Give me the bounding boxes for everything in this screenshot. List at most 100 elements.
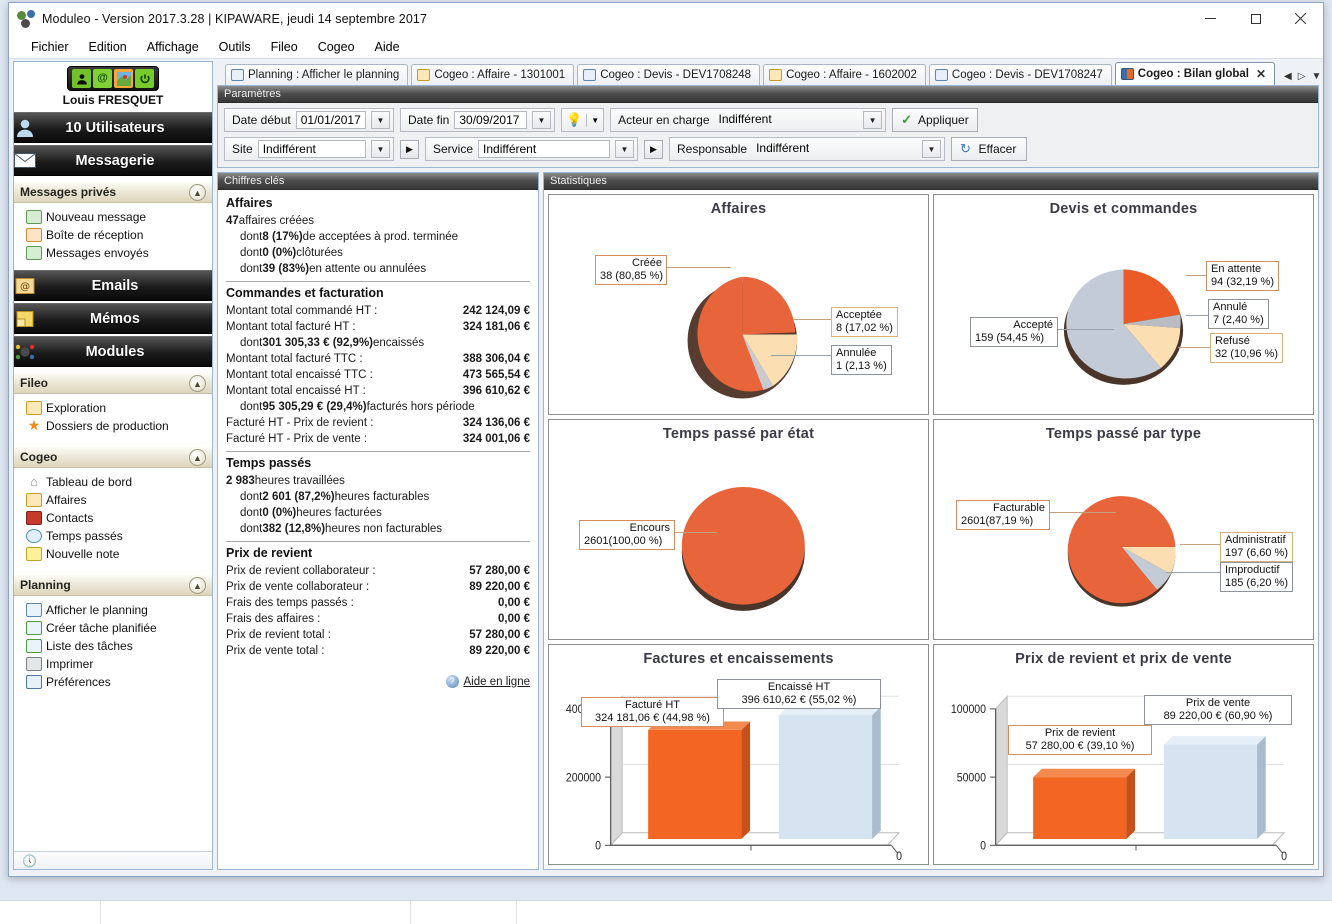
date-fin-field[interactable]: Date fin 30/09/2017 ▼: [400, 108, 555, 132]
kpi-line: Prix de vente collaborateur : 89 220,00 …: [226, 579, 530, 595]
date-debut-label: Date début: [232, 113, 291, 127]
callout-value: 185 (6,20 %): [1225, 577, 1288, 589]
chevron-up-icon[interactable]: ▲: [189, 375, 206, 392]
acteur-dropdown-icon[interactable]: ▼: [863, 111, 883, 129]
service-go-button[interactable]: ▶: [644, 139, 663, 159]
apply-button[interactable]: ✓ Appliquer: [892, 108, 978, 132]
menu-fileo[interactable]: Fileo: [261, 37, 308, 57]
tab-prev-icon[interactable]: ◀: [1284, 71, 1292, 82]
service-dropdown-icon[interactable]: ▼: [615, 140, 634, 158]
date-fin-dropdown-icon[interactable]: ▼: [532, 111, 551, 129]
sidebar-item-nouveau-message[interactable]: Nouveau message: [24, 208, 212, 226]
tab-devis-dev1708248[interactable]: Cogeo : Devis - DEV1708248: [577, 64, 761, 85]
sidebar-bar-modules[interactable]: Modules: [14, 336, 212, 367]
kpi-line: Montant total encaissé HT : 396 610,62 €: [226, 383, 530, 399]
tab-next-icon[interactable]: ▷: [1298, 71, 1306, 82]
close-button[interactable]: [1278, 3, 1323, 34]
tab-affaire-1602002[interactable]: Cogeo : Affaire - 1602002: [763, 64, 926, 85]
period-dropdown-icon[interactable]: ▼: [591, 116, 599, 125]
tab-close-icon[interactable]: ✕: [1256, 67, 1266, 81]
menu-aide[interactable]: Aide: [365, 37, 410, 57]
date-debut-input[interactable]: 01/01/2017: [295, 111, 366, 129]
chart-prix-revient-vente[interactable]: Prix de revient et prix de vente 100000 …: [933, 644, 1314, 865]
chevron-up-icon[interactable]: ▲: [189, 449, 206, 466]
sidebar-item-preferences[interactable]: Préférences: [24, 673, 212, 691]
sidebar-item-nouvelle-note[interactable]: Nouvelle note: [24, 545, 212, 563]
chart-temps-par-type[interactable]: Temps passé par type Facturable 2601(87,…: [933, 419, 1314, 640]
menu-fichier[interactable]: Fichier: [21, 37, 79, 57]
site-go-button[interactable]: ▶: [400, 139, 419, 159]
sidebar-section-cogeo[interactable]: Cogeo ▲: [14, 446, 212, 468]
site-field[interactable]: Site Indifférent ▼: [224, 137, 394, 161]
chart-plot: Encours 2601(100,00 %): [553, 444, 924, 635]
responsable-field[interactable]: Responsable Indifférent ▼: [669, 137, 945, 161]
sidebar-item-contacts[interactable]: Contacts: [24, 509, 212, 527]
kpi-value: 396 610,62 €: [462, 385, 530, 397]
kpi-line: Montant total encaissé TTC : 473 565,54 …: [226, 367, 530, 383]
acteur-field[interactable]: Acteur en charge Indifférent ▼: [610, 108, 887, 132]
sidebar-item-liste-taches[interactable]: Liste des tâches: [24, 637, 212, 655]
kpi-line: Prix de revient collaborateur : 57 280,0…: [226, 563, 530, 579]
kpi-label: Prix de vente collaborateur :: [226, 581, 370, 593]
chart-devis-commandes[interactable]: Devis et commandes En attente 94 (32,19 …: [933, 194, 1314, 415]
sidebar-section-planning[interactable]: Planning ▲: [14, 574, 212, 596]
sidebar-bar-messagerie[interactable]: Messagerie: [14, 145, 212, 176]
clear-button[interactable]: ↻ Effacer: [951, 137, 1027, 161]
sidebar-section-body: Nouveau message Boîte de réception Messa…: [14, 203, 212, 268]
acteur-value[interactable]: Indifférent: [715, 111, 859, 129]
sidebar-bar-memos[interactable]: Mémos: [14, 303, 212, 334]
map-icon[interactable]: [114, 69, 133, 88]
sidebar-item-temps-passes[interactable]: Temps passés: [24, 527, 212, 545]
site-value[interactable]: Indifférent: [257, 140, 366, 158]
period-preset-button[interactable]: 💡 ▼: [561, 108, 605, 132]
tab-list-icon[interactable]: ▼: [1311, 71, 1321, 82]
callout-label: Annulée: [836, 347, 877, 359]
tab-bilan-global[interactable]: Cogeo : Bilan global ✕: [1114, 62, 1276, 85]
menu-outils[interactable]: Outils: [209, 37, 261, 57]
sidebar-item-exploration[interactable]: Exploration: [24, 399, 212, 417]
date-fin-label: Date fin: [408, 113, 450, 127]
sidebar-item-boite-reception[interactable]: Boîte de réception: [24, 226, 212, 244]
responsable-dropdown-icon[interactable]: ▼: [922, 140, 941, 158]
lightbulb-icon[interactable]: 💡: [566, 112, 582, 128]
sidebar-item-affaires[interactable]: Affaires: [24, 491, 212, 509]
tab-planning-afficher[interactable]: Planning : Afficher le planning: [225, 64, 409, 85]
service-value[interactable]: Indifférent: [478, 140, 610, 158]
minimize-button[interactable]: [1188, 3, 1233, 34]
user-icon[interactable]: [72, 69, 91, 88]
sidebar-section-fileo[interactable]: Fileo ▲: [14, 372, 212, 394]
chevron-up-icon[interactable]: ▲: [189, 184, 206, 201]
parameters-body: Date début 01/01/2017 ▼ Date fin 30/09/2…: [218, 103, 1318, 167]
chevron-up-icon[interactable]: ▲: [189, 577, 206, 594]
chart-affaires[interactable]: Affaires Créée 38 (80,85 %) Acceptée 8 (…: [548, 194, 929, 415]
menu-affichage[interactable]: Affichage: [137, 37, 209, 57]
chart-temps-par-etat[interactable]: Temps passé par état Encours 2601(100,00…: [548, 419, 929, 640]
sidebar-bar-utilisateurs[interactable]: 10 Utilisateurs: [14, 112, 212, 143]
online-help-link[interactable]: Aide en ligne: [464, 676, 531, 688]
tab-affaire-1301001[interactable]: Cogeo : Affaire - 1301001: [411, 64, 575, 85]
sidebar-item-tableau-de-bord[interactable]: ⌂ Tableau de bord: [24, 473, 212, 491]
kpi-line: Prix de revient total : 57 280,00 €: [226, 627, 530, 643]
date-fin-input[interactable]: 30/09/2017: [454, 111, 527, 129]
site-dropdown-icon[interactable]: ▼: [371, 140, 390, 158]
sidebar-item-messages-envoyes[interactable]: Messages envoyés: [24, 244, 212, 262]
sidebar-item-dossiers-production[interactable]: ★ Dossiers de production: [24, 417, 212, 435]
tab-devis-dev1708247[interactable]: Cogeo : Devis - DEV1708247: [928, 64, 1112, 85]
kpi-label: Montant total commandé HT :: [226, 305, 378, 317]
clear-label: Effacer: [978, 142, 1017, 156]
chart-factures-encaissements[interactable]: Factures et encaissements 200000 0 0 Fac…: [548, 644, 929, 865]
sidebar-item-imprimer[interactable]: Imprimer: [24, 655, 212, 673]
power-icon[interactable]: [135, 69, 154, 88]
service-field[interactable]: Service Indifférent ▼: [425, 137, 638, 161]
sidebar-section-messages-prives[interactable]: Messages privés ▲: [14, 181, 212, 203]
sidebar-bar-emails[interactable]: @ Emails: [14, 270, 212, 301]
email-icon[interactable]: @: [93, 69, 112, 88]
menu-edition[interactable]: Edition: [79, 37, 137, 57]
sidebar-item-afficher-planning[interactable]: Afficher le planning: [24, 601, 212, 619]
sidebar-item-creer-tache[interactable]: Créer tâche planifiée: [24, 619, 212, 637]
date-debut-dropdown-icon[interactable]: ▼: [371, 111, 390, 129]
date-debut-field[interactable]: Date début 01/01/2017 ▼: [224, 108, 394, 132]
maximize-button[interactable]: [1233, 3, 1278, 34]
menu-cogeo[interactable]: Cogeo: [308, 37, 365, 57]
responsable-value[interactable]: Indifférent: [752, 140, 917, 158]
